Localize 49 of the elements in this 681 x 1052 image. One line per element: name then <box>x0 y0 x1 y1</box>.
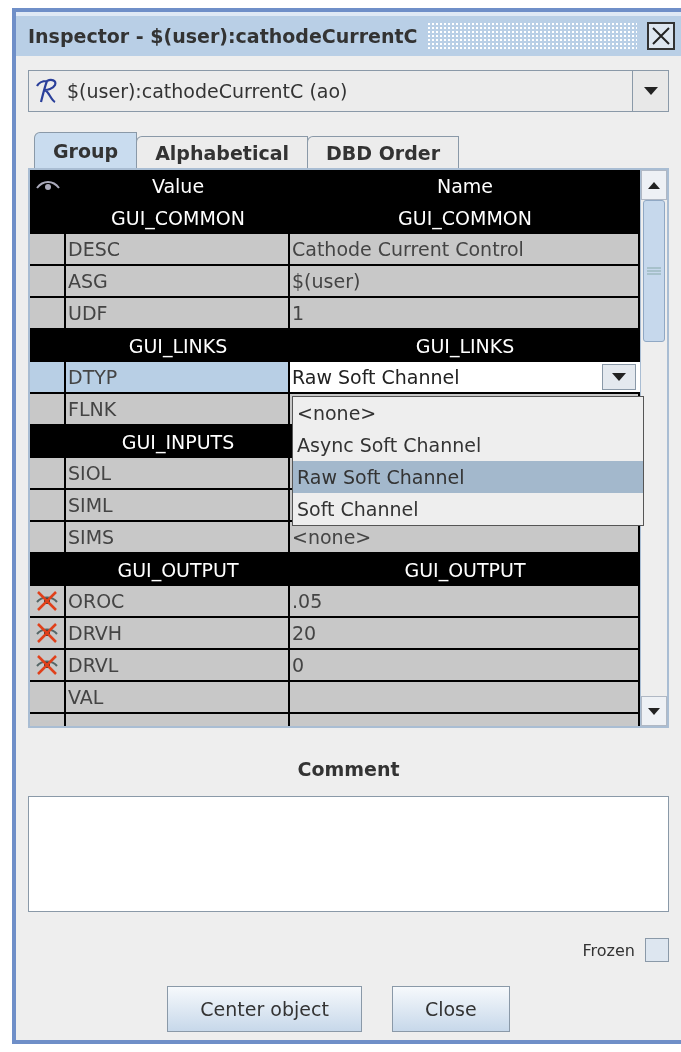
group-heading: GUI_OUTPUT <box>404 559 526 581</box>
comment-label: Comment <box>296 758 401 780</box>
table-cell: DESC <box>66 234 290 266</box>
value-dropdown[interactable]: Raw Soft Channel <box>290 362 640 394</box>
table-cell: DRVH <box>66 618 290 650</box>
tab[interactable]: Group <box>34 132 138 168</box>
table-cell: VAL <box>66 682 290 714</box>
table-cell: SIMS <box>66 522 290 554</box>
group-heading: GUI_LINKS <box>415 335 515 357</box>
table-cell: Cathode Current Control <box>290 234 640 266</box>
record-icon <box>35 78 59 104</box>
down-arrow-icon <box>648 707 660 715</box>
close-button[interactable] <box>647 22 675 50</box>
group-heading: GUI_COMMON <box>398 207 532 229</box>
table-cell: 0 <box>290 650 640 682</box>
dropdown-button[interactable] <box>632 71 668 111</box>
scroll-down-button[interactable] <box>641 696 667 726</box>
dropdown-option[interactable]: Raw Soft Channel <box>293 461 643 493</box>
scroll-thumb[interactable] <box>643 200 665 342</box>
table-cell: $(user) <box>290 266 640 298</box>
selector-value: $(user):cathodeCurrentC (ao) <box>66 80 349 102</box>
table-cell: FLNK <box>66 394 290 426</box>
frozen-label: Frozen <box>582 940 635 960</box>
table-cell: DRVL <box>66 650 290 682</box>
object-selector[interactable]: $(user):cathodeCurrentC (ao) <box>28 70 669 112</box>
frozen-checkbox[interactable] <box>645 938 669 962</box>
window-title: Inspector - $(user):cathodeCurrentC <box>28 25 418 47</box>
caret-icon <box>612 373 626 381</box>
table-cell: OROC <box>66 586 290 618</box>
grip-icon <box>647 267 661 275</box>
table-cell: SIOL <box>66 458 290 490</box>
table-cell: DTYP <box>66 362 290 394</box>
scrollbar[interactable] <box>640 170 667 726</box>
scroll-up-button[interactable] <box>641 170 667 200</box>
table-cell: 1 <box>290 298 640 330</box>
table-cell: ASG <box>66 266 290 298</box>
dropdown-button[interactable] <box>602 364 636 390</box>
table-cell: SIML <box>66 490 290 522</box>
table-cell: .05 <box>290 586 640 618</box>
table-cell: UDF <box>66 298 290 330</box>
up-arrow-icon <box>648 181 660 189</box>
eye-icon <box>35 180 61 192</box>
table-cell: 20 <box>290 618 640 650</box>
tab[interactable]: DBD Order <box>307 136 460 168</box>
close-icon <box>651 26 671 46</box>
caret-icon <box>643 87 658 95</box>
comment-field[interactable] <box>28 796 669 912</box>
dialog-button[interactable]: Center object <box>167 986 362 1032</box>
dialog-button[interactable]: Close <box>391 986 510 1032</box>
